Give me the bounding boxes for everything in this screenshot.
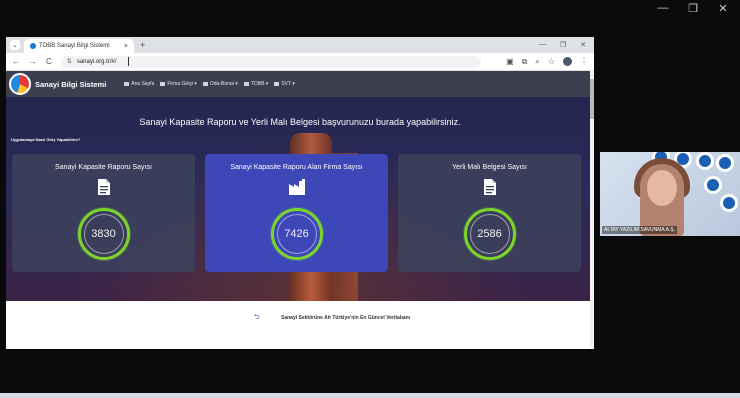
- browser-tab[interactable]: TOBB Sanayi Bilgi Sistemi ×: [24, 39, 134, 53]
- stat-card-domestic-goods[interactable]: Yerli Malı Belgesi Sayısı 2586: [398, 154, 581, 272]
- stat-ring: 2586: [463, 208, 516, 260]
- stat-card-capacity-reports[interactable]: Sanayi Kapasite Raporu Sayısı 3830: [12, 154, 195, 272]
- chrome-minimize-icon[interactable]: —: [539, 41, 546, 49]
- chart-icon: [160, 82, 166, 86]
- card-title: Sanayi Kapasite Raporu Sayısı: [55, 164, 152, 171]
- menu-kebab-icon[interactable]: ⋮: [580, 57, 588, 66]
- menu-item-svt[interactable]: SVT ▾: [274, 81, 295, 87]
- menu-item-home[interactable]: Ana Sayfa: [124, 81, 154, 87]
- factory-icon: [288, 179, 305, 195]
- document-icon: [483, 179, 496, 195]
- site-info-icon[interactable]: ⇅: [67, 58, 72, 65]
- favicon-icon: [30, 43, 36, 49]
- extension-icon[interactable]: ▣: [506, 57, 514, 66]
- hero-section: Sanayi Kapasite Raporu ve Yerli Malı Bel…: [6, 97, 594, 301]
- hero-title: Sanayi Kapasite Raporu ve Yerli Malı Bel…: [139, 117, 461, 127]
- browser-toolbar: ← → C ⇅ sanayi.org.tr/#/ ▣ ⧉ ⌕ ☆ ⋮: [6, 53, 594, 71]
- stat-value: 7426: [276, 214, 317, 254]
- footer-strip: ⮌ Sanayi Sektörüne Ait Türkiye'nin En Gü…: [6, 301, 594, 349]
- chrome-window-controls: — ❐ ✕: [539, 41, 594, 49]
- taskbar-strip: [0, 393, 740, 398]
- tab-title: TOBB Sanayi Bilgi Sistemi: [39, 43, 110, 49]
- participant-video[interactable]: ALTAY YAZILIM SAVUNMA A.Ş.: [600, 152, 740, 236]
- menu-item-chamber[interactable]: Oda-Borsa ▾: [202, 81, 238, 87]
- chart-icon: [202, 82, 208, 86]
- chrome-close-icon[interactable]: ✕: [580, 41, 586, 49]
- main-menu: Ana Sayfa Firma Girişi ▾ Oda-Borsa ▾ TOB…: [124, 81, 295, 87]
- document-icon: [97, 179, 110, 195]
- site-brand[interactable]: Sanayi Bilgi Sistemi: [35, 80, 106, 89]
- browser-window: ⌄ TOBB Sanayi Bilgi Sistemi × + — ❐ ✕ ← …: [6, 37, 594, 349]
- site-navbar: Sanayi Bilgi Sistemi Ana Sayfa Firma Gir…: [6, 71, 594, 97]
- toolbar-actions: ▣ ⧉ ⌕ ☆ ⋮: [506, 57, 588, 67]
- stat-ring: 7426: [270, 208, 323, 260]
- menu-item-firm-login[interactable]: Firma Girişi ▾: [160, 81, 197, 87]
- back-arrow-icon[interactable]: ⮌: [254, 313, 260, 324]
- scrollbar-thumb[interactable]: [590, 79, 594, 119]
- card-title: Yerli Malı Belgesi Sayısı: [452, 164, 527, 171]
- chrome-restore-icon[interactable]: ❐: [560, 41, 566, 49]
- zoom-icon[interactable]: ⌕: [535, 57, 539, 67]
- stat-ring: 3830: [77, 208, 130, 260]
- profile-avatar[interactable]: [563, 57, 572, 66]
- menu-item-tobb[interactable]: TOBB ▾: [243, 81, 268, 87]
- balloon-decor: [704, 176, 722, 194]
- back-icon[interactable]: ←: [12, 57, 20, 66]
- tab-close-icon[interactable]: ×: [124, 43, 128, 50]
- participant-name: ALTAY YAZILIM SAVUNMA A.Ş.: [602, 226, 678, 234]
- tab-search-icon[interactable]: ⌄: [10, 40, 20, 50]
- stat-card-capacity-firms[interactable]: Sanayi Kapasite Raporu Alan Firma Sayısı…: [205, 154, 388, 272]
- window-controls: — ❐ ✕: [656, 2, 730, 15]
- card-title: Sanayi Kapasite Raporu Alan Firma Sayısı: [230, 164, 363, 171]
- text-cursor-icon: [127, 57, 129, 66]
- balloon-decor: [720, 194, 738, 212]
- help-link[interactable]: Uygulamaya Nasıl Giriş Yapabilirim?: [11, 137, 80, 142]
- reload-icon[interactable]: C: [46, 57, 52, 66]
- tab-bar: ⌄ TOBB Sanayi Bilgi Sistemi × + — ❐ ✕: [6, 37, 594, 53]
- cast-icon[interactable]: ⧉: [522, 57, 528, 67]
- forward-icon[interactable]: →: [29, 57, 37, 66]
- close-icon[interactable]: ✕: [716, 2, 730, 15]
- chart-icon: [274, 82, 280, 86]
- restore-icon[interactable]: ❐: [686, 2, 700, 15]
- minimize-icon[interactable]: —: [656, 2, 670, 15]
- balloon-decor: [696, 152, 714, 170]
- balloon-decor: [716, 154, 734, 172]
- footer-tagline: Sanayi Sektörüne Ait Türkiye'nin En Günc…: [281, 315, 411, 321]
- stat-value: 2586: [469, 214, 510, 254]
- address-bar[interactable]: ⇅ sanayi.org.tr/#/: [60, 55, 481, 68]
- bookmark-star-icon[interactable]: ☆: [548, 57, 555, 66]
- home-icon: [124, 82, 130, 86]
- chart-icon: [243, 82, 249, 86]
- page-scrollbar[interactable]: [590, 71, 594, 349]
- stat-value: 3830: [83, 214, 124, 254]
- website: Sanayi Bilgi Sistemi Ana Sayfa Firma Gir…: [6, 71, 594, 349]
- new-tab-button[interactable]: +: [140, 40, 145, 50]
- screen: — ❐ ✕ ⌄ TOBB Sanayi Bilgi Sistemi × + — …: [0, 0, 740, 398]
- tobb-logo[interactable]: [9, 73, 31, 95]
- participant-face: [647, 170, 677, 206]
- url-text: sanayi.org.tr/#/: [76, 58, 117, 65]
